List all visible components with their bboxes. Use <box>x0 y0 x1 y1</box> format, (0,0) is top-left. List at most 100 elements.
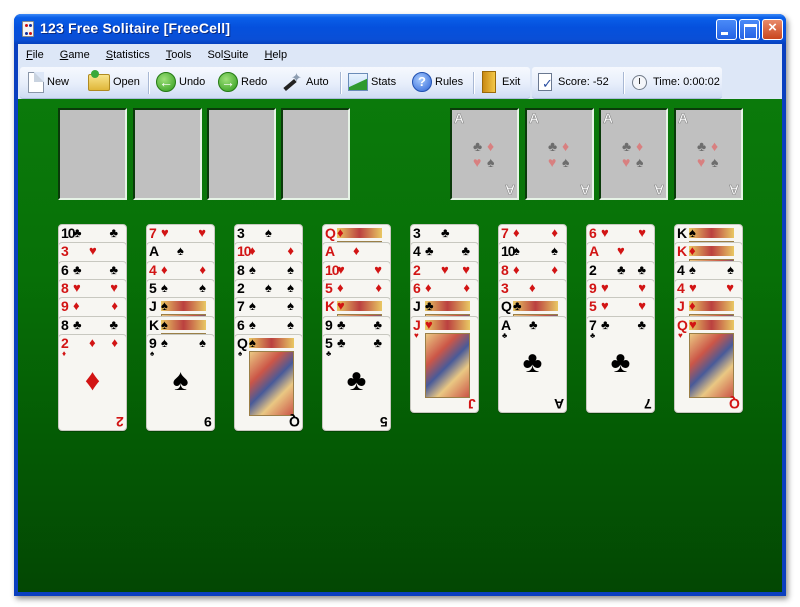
undo-button[interactable]: ← Undo <box>156 70 205 94</box>
card-rank: J <box>468 395 476 412</box>
app-cards-icon[interactable] <box>22 21 34 37</box>
playing-card[interactable]: J ♥ ♥ J <box>410 315 479 413</box>
foundation-ace-label: A <box>504 182 516 199</box>
playing-card[interactable]: 9 ♠ ♠ ♠ ♠ 9 <box>146 333 215 431</box>
card-rank: K <box>149 316 159 333</box>
card-suit-icon: ♠ <box>161 279 168 295</box>
card-rank: A <box>149 243 159 260</box>
open-button[interactable]: Open <box>88 69 140 94</box>
menu-statistics[interactable]: Statistics <box>106 49 150 61</box>
card-suit-icon: ♦ <box>62 348 67 358</box>
title-bar[interactable]: 123 Free Solitaire [FreeCell] × <box>14 14 786 44</box>
suit-icon: ♦ <box>562 138 570 154</box>
card-rank: 2 <box>237 279 245 296</box>
card-suit-icon: ♦ <box>513 225 520 240</box>
card-rank: 9 <box>325 316 333 333</box>
card-suit-icon: ♦ <box>689 243 696 259</box>
card-suit-icon: ♠ <box>249 334 256 350</box>
card-rank: 9 <box>204 413 212 430</box>
playing-card[interactable]: 5 ♣ ♣ ♣ ♣ 5 <box>322 333 391 431</box>
menu-game[interactable]: Game <box>60 49 90 61</box>
menu-solsuite[interactable]: SolSuite <box>207 49 248 61</box>
free-cell[interactable] <box>133 108 202 200</box>
exit-button[interactable]: Exit <box>482 70 520 94</box>
card-suit-icon: ♠ <box>689 225 696 240</box>
card-rank: 4 <box>149 261 157 278</box>
suit-icon: ♠ <box>562 154 570 170</box>
menu-help[interactable]: Help <box>264 49 287 61</box>
card-suit-icon: ♣ <box>601 316 610 332</box>
suit-icon: ♠ <box>711 154 719 170</box>
card-suit-icon: ♦ <box>689 298 696 314</box>
card-rank: K <box>325 298 335 315</box>
stats-button[interactable]: Stats <box>348 70 396 94</box>
free-cell[interactable] <box>207 108 276 200</box>
suit-icon: ♣ <box>473 138 483 154</box>
rules-button[interactable]: ? Rules <box>412 70 463 94</box>
card-rank: J <box>413 298 421 315</box>
card-suit-icon: ♣ <box>373 334 382 350</box>
card-suit-icon: ♦ <box>111 334 118 350</box>
close-button[interactable]: × <box>762 19 783 40</box>
minimize-button[interactable] <box>716 19 737 40</box>
maximize-button[interactable] <box>739 19 760 40</box>
playing-card[interactable]: Q ♠ ♠ Q <box>234 333 303 431</box>
free-cell[interactable] <box>281 108 350 200</box>
card-rank: 4 <box>413 243 421 260</box>
playing-card[interactable]: Q ♥ ♥ Q <box>674 315 743 413</box>
foundation-pile[interactable]: A A ♣ ♦ ♥ ♠ <box>599 108 668 200</box>
card-suit-icon: ♣ <box>337 334 346 350</box>
card-rank: 6 <box>61 261 69 278</box>
card-rank: 8 <box>61 316 69 333</box>
card-suit-icon: ♠ <box>287 298 294 314</box>
card-rank: 4 <box>677 279 685 296</box>
suit-pips-icon: ♣ ♦ ♥ ♠ <box>697 138 725 170</box>
card-rank: 7 <box>237 298 245 315</box>
menu-tools[interactable]: Tools <box>166 49 192 61</box>
card-suit-icon: ♦ <box>89 334 96 350</box>
foundation-pile[interactable]: A A ♣ ♦ ♥ ♠ <box>674 108 743 200</box>
card-suit-icon: ♠ <box>249 316 256 332</box>
card-suit-icon: ♠ <box>199 279 206 295</box>
toolbar-separator <box>148 72 149 94</box>
card-rank: 8 <box>237 261 245 278</box>
toolbar: New Open ← Undo → Redo Auto Stats ? Rule… <box>18 66 782 99</box>
card-suit-icon: ♣ <box>109 316 118 332</box>
card-rank: 7 <box>501 225 509 241</box>
free-cell[interactable] <box>58 108 127 200</box>
playing-card[interactable]: 7 ♣ ♣ ♣ ♣ 7 <box>586 315 655 413</box>
card-rank: 4 <box>677 261 685 278</box>
card-rank: 3 <box>413 225 421 241</box>
new-document-icon <box>28 71 44 93</box>
card-rank: J <box>149 298 157 315</box>
foundation-ace-label: A <box>653 182 665 199</box>
card-suit-icon: ♣ <box>522 345 543 379</box>
card-suit-icon: ♣ <box>637 316 646 332</box>
card-suit-icon: ♣ <box>373 316 382 332</box>
menu-file[interactable]: File <box>26 49 44 61</box>
card-rank: 9 <box>589 279 597 296</box>
card-rank: 2 <box>413 261 421 278</box>
card-suit-icon: ♥ <box>425 316 433 332</box>
card-suit-icon: ♥ <box>374 261 382 277</box>
foundation-ace-label: A <box>454 110 465 127</box>
playing-card[interactable]: 2 ♦ ♦ ♦ ♦ 2 <box>58 333 127 431</box>
card-rank: 5 <box>325 279 333 296</box>
redo-button[interactable]: → Redo <box>218 70 267 94</box>
card-suit-icon: ♦ <box>353 243 360 259</box>
card-suit-icon: ♥ <box>198 225 206 240</box>
card-suit-icon: ♣ <box>502 330 508 340</box>
card-suit-icon: ♠ <box>161 316 168 332</box>
card-suit-icon: ♠ <box>249 298 256 314</box>
card-face-art <box>425 332 470 398</box>
card-rank: 3 <box>61 243 69 260</box>
foundation-pile[interactable]: A A ♣ ♦ ♥ ♠ <box>525 108 594 200</box>
redo-arrow-icon: → <box>218 72 238 92</box>
card-suit-icon: ♥ <box>161 225 169 240</box>
suit-pips-icon: ♣ ♦ ♥ ♠ <box>473 138 501 170</box>
card-suit-icon: ♥ <box>601 225 609 240</box>
foundation-pile[interactable]: A A ♣ ♦ ♥ ♠ <box>450 108 519 200</box>
auto-button[interactable]: Auto <box>281 70 329 94</box>
playing-card[interactable]: A ♣ ♣ ♣ A <box>498 315 567 413</box>
new-button[interactable]: New <box>28 70 69 94</box>
